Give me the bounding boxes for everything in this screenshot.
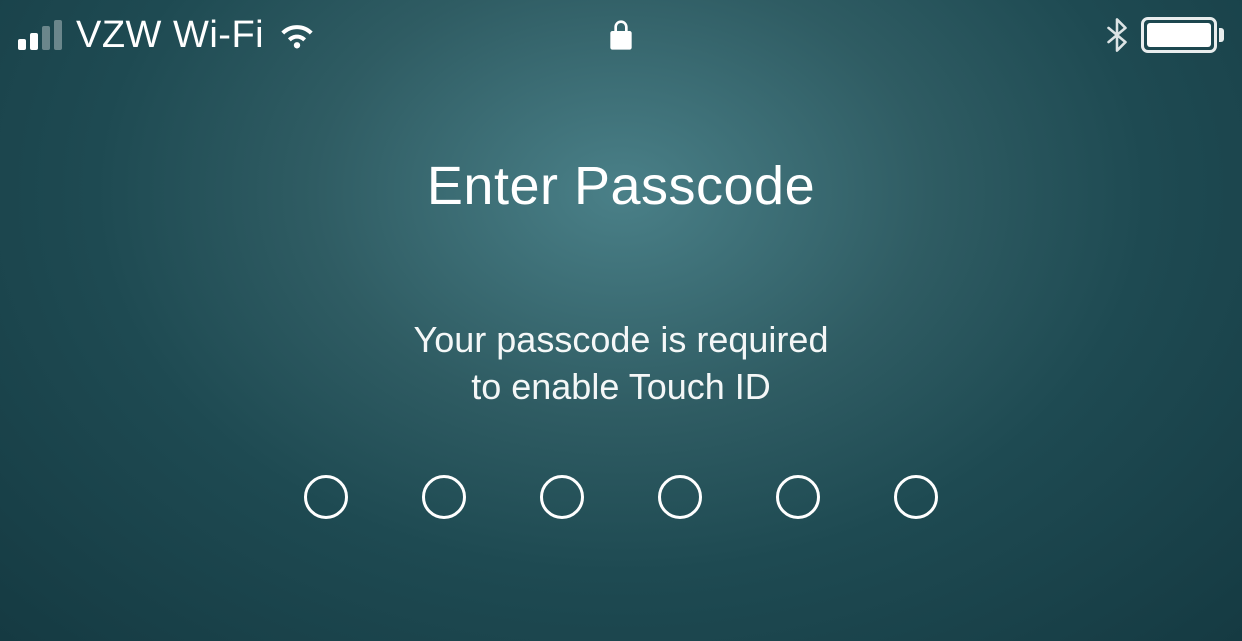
passcode-title: Enter Passcode: [427, 155, 815, 217]
lock-icon: [609, 19, 633, 51]
subtitle-line-2: to enable Touch ID: [471, 366, 771, 407]
passcode-dot: [894, 475, 938, 519]
passcode-dot: [658, 475, 702, 519]
passcode-dot: [776, 475, 820, 519]
battery-icon: [1141, 17, 1224, 53]
status-bar-left: VZW Wi-Fi: [18, 14, 316, 57]
wifi-icon: [278, 16, 316, 54]
bluetooth-icon: [1107, 18, 1127, 52]
subtitle-line-1: Your passcode is required: [414, 319, 829, 360]
passcode-dot: [304, 475, 348, 519]
passcode-input[interactable]: [0, 475, 1242, 519]
passcode-dot: [540, 475, 584, 519]
passcode-subtitle: Your passcode is required to enable Touc…: [414, 317, 829, 411]
passcode-dot: [422, 475, 466, 519]
status-bar: VZW Wi-Fi: [0, 0, 1242, 70]
lock-screen-content: Enter Passcode Your passcode is required…: [0, 155, 1242, 411]
carrier-label: VZW Wi-Fi: [76, 14, 264, 57]
status-bar-right: [1107, 17, 1224, 53]
cellular-signal-icon: [18, 20, 62, 50]
status-bar-center: [609, 19, 633, 51]
